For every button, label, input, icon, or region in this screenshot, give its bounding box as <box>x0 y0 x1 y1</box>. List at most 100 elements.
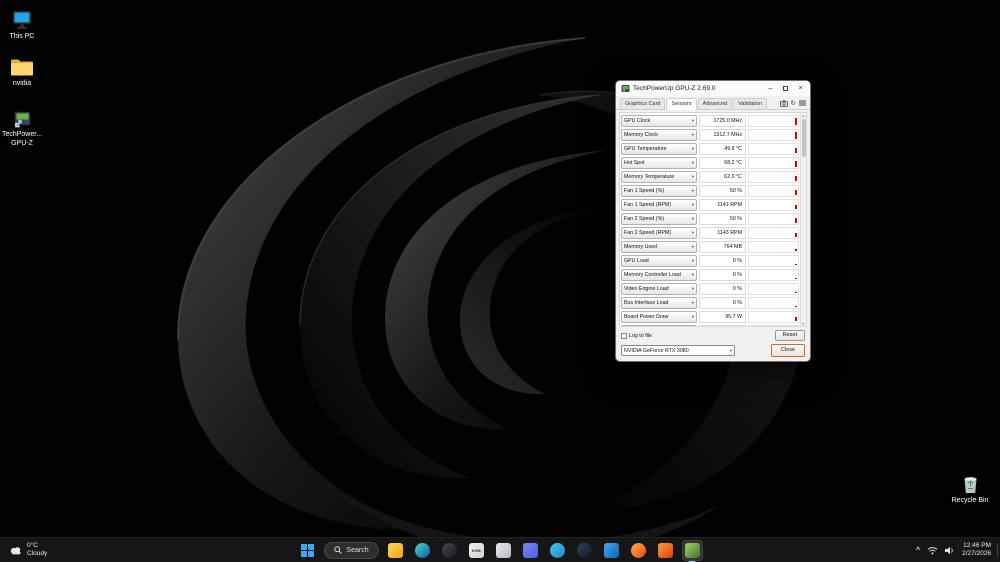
sensor-dropdown[interactable]: Bus Interface Load ▾ <box>621 297 697 309</box>
devtool-icon[interactable] <box>493 540 514 561</box>
chevron-down-icon: ▾ <box>691 146 694 151</box>
sensor-graph <box>748 213 799 225</box>
desktop-icon-nvidia[interactable]: nvidia <box>0 55 44 88</box>
tab-advanced[interactable]: Advanced <box>697 98 733 109</box>
close-button[interactable]: Close <box>770 344 805 357</box>
sensor-dropdown[interactable]: GPU Chip Power Draw ▾ <box>621 325 697 326</box>
sensor-row: Fan 1 Speed (%) ▾ 50 % <box>621 184 799 198</box>
chevron-down-icon: ▾ <box>691 160 694 165</box>
start-button[interactable] <box>297 540 318 561</box>
sensor-graph <box>748 241 799 253</box>
kvm-icon[interactable]: KVM <box>466 540 487 561</box>
gpuz-titlebar[interactable]: TechPowerUp GPU-Z 2.69.0 – × <box>616 81 810 96</box>
search-icon <box>334 546 343 554</box>
sensor-graph-tick <box>794 190 797 195</box>
clock[interactable]: 12:46 PM 2/27/2026 <box>962 542 991 559</box>
chevron-down-icon: ▾ <box>691 272 694 277</box>
refresh-icon[interactable]: ↻ <box>791 99 796 107</box>
chevron-down-icon: ▾ <box>691 202 694 207</box>
gpuz-app-icon <box>621 85 630 92</box>
wallpaper <box>0 0 1000 562</box>
sensor-graph <box>748 171 799 183</box>
sensor-label: Bus Interface Load <box>624 300 669 306</box>
scrollbar-thumb[interactable] <box>802 119 806 157</box>
desktop-icon-recycle-bin[interactable]: Recycle Bin <box>948 472 992 505</box>
sensor-value: 62.0 °C <box>699 171 746 183</box>
afterburner-icon[interactable] <box>655 540 676 561</box>
sensor-dropdown[interactable]: Memory Temperature ▾ <box>621 171 697 183</box>
sensor-dropdown[interactable]: Video Engine Load ▾ <box>621 283 697 295</box>
reset-button[interactable]: Reset <box>774 330 805 341</box>
search-box[interactable]: Search <box>324 541 379 559</box>
tab-graphics-card[interactable]: Graphics Card <box>620 98 666 109</box>
sensor-row: Memory Clock ▾ 1312.7 MHz <box>621 128 799 142</box>
sensor-dropdown[interactable]: Board Power Draw ▾ <box>621 311 697 323</box>
obs-icon[interactable] <box>439 540 460 561</box>
sensor-row: Memory Temperature ▾ 62.0 °C <box>621 170 799 184</box>
sensor-dropdown[interactable]: Memory Clock ▾ <box>621 129 697 141</box>
gpu-selector-value: NVIDIA GeForce RTX 3080 <box>624 347 689 354</box>
volume-icon[interactable] <box>945 546 955 555</box>
sensor-row: Hot Spot ▾ 68.2 °C <box>621 156 799 170</box>
sensor-label: Fan 2 Speed (RPM) <box>624 230 672 236</box>
sensor-dropdown[interactable]: Fan 2 Speed (RPM) ▾ <box>621 227 697 239</box>
screenshot-camera-icon[interactable] <box>779 99 788 107</box>
telegram-icon[interactable] <box>547 540 568 561</box>
tab-validation[interactable]: Validation <box>733 98 767 109</box>
sensor-list: GPU Clock ▾ 1725.0 MHz Memory Clock ▾ 13… <box>619 112 807 327</box>
sensor-label: Fan 2 Speed (%) <box>624 216 665 222</box>
firefox-icon[interactable] <box>628 540 649 561</box>
desktop-icon-this-pc[interactable]: This PC <box>0 8 44 41</box>
sensor-label: GPU Clock <box>624 118 651 124</box>
vscode-icon[interactable] <box>601 540 622 561</box>
sensor-label: Memory Clock <box>624 132 658 138</box>
sensor-dropdown[interactable]: Fan 2 Speed (%) ▾ <box>621 213 697 225</box>
menu-icon[interactable] <box>799 100 806 106</box>
gpuz-shortcut-icon <box>14 106 31 128</box>
scroll-up-icon[interactable]: ▲ <box>801 113 806 118</box>
sensor-dropdown[interactable]: Fan 1 Speed (RPM) ▾ <box>621 199 697 211</box>
sensor-graph-tick <box>794 249 797 251</box>
sensor-value: 764 MB <box>699 241 746 253</box>
hidden-icons-chevron[interactable]: ^ <box>916 547 920 554</box>
sensor-value: 1312.7 MHz <box>699 129 746 141</box>
edge-icon[interactable] <box>412 540 433 561</box>
sensor-value: 1725.0 MHz <box>699 115 746 127</box>
sensor-graph-tick <box>794 232 797 237</box>
sensor-graph-tick <box>794 175 797 181</box>
sensor-label: Board Power Draw <box>624 314 669 320</box>
tab-sensors[interactable]: Sensors <box>666 98 697 110</box>
sensor-dropdown[interactable]: GPU Temperature ▾ <box>621 143 697 155</box>
minimize-button[interactable]: – <box>763 81 778 96</box>
gpuz-icon[interactable] <box>681 539 703 561</box>
clock-date: 2/27/2026 <box>962 550 991 557</box>
chevron-down-icon: ▾ <box>691 230 694 235</box>
file-explorer-icon[interactable] <box>385 540 406 561</box>
gpu-selector[interactable]: NVIDIA GeForce RTX 3080 ▾ <box>621 345 735 356</box>
gpuz-window: TechPowerUp GPU-Z 2.69.0 – × Graphics Ca… <box>615 80 811 362</box>
sensor-dropdown[interactable]: Memory Used ▾ <box>621 241 697 253</box>
sensor-dropdown[interactable]: Hot Spot ▾ <box>621 157 697 169</box>
wifi-icon[interactable] <box>927 546 938 555</box>
sensor-scrollbar[interactable]: ▲ ▼ <box>800 113 806 326</box>
chevron-down-icon: ▾ <box>691 174 694 179</box>
chevron-down-icon: ▾ <box>691 188 694 193</box>
steam-icon[interactable] <box>574 540 595 561</box>
scroll-down-icon[interactable]: ▼ <box>801 321 806 326</box>
sensor-value: 0 % <box>699 269 746 281</box>
sensor-dropdown[interactable]: Memory Controller Load ▾ <box>621 269 697 281</box>
sensor-dropdown[interactable]: Fan 1 Speed (%) ▾ <box>621 185 697 197</box>
maximize-icon <box>783 86 788 91</box>
discord-icon[interactable] <box>520 540 541 561</box>
desktop-icon-gpuz[interactable]: TechPower... GPU-Z <box>0 106 44 148</box>
sensor-graph-tick <box>794 218 797 223</box>
sensor-value: 68.2 °C <box>699 157 746 169</box>
chevron-down-icon: ▾ <box>691 132 694 137</box>
sensor-dropdown[interactable]: GPU Clock ▾ <box>621 115 697 127</box>
close-window-button[interactable]: × <box>793 81 808 96</box>
log-to-file-checkbox[interactable] <box>621 332 627 339</box>
sensor-label: Memory Temperature <box>624 174 675 180</box>
sensor-label: Video Engine Load <box>624 286 669 292</box>
maximize-button[interactable] <box>778 81 793 96</box>
sensor-dropdown[interactable]: GPU Load ▾ <box>621 255 697 267</box>
